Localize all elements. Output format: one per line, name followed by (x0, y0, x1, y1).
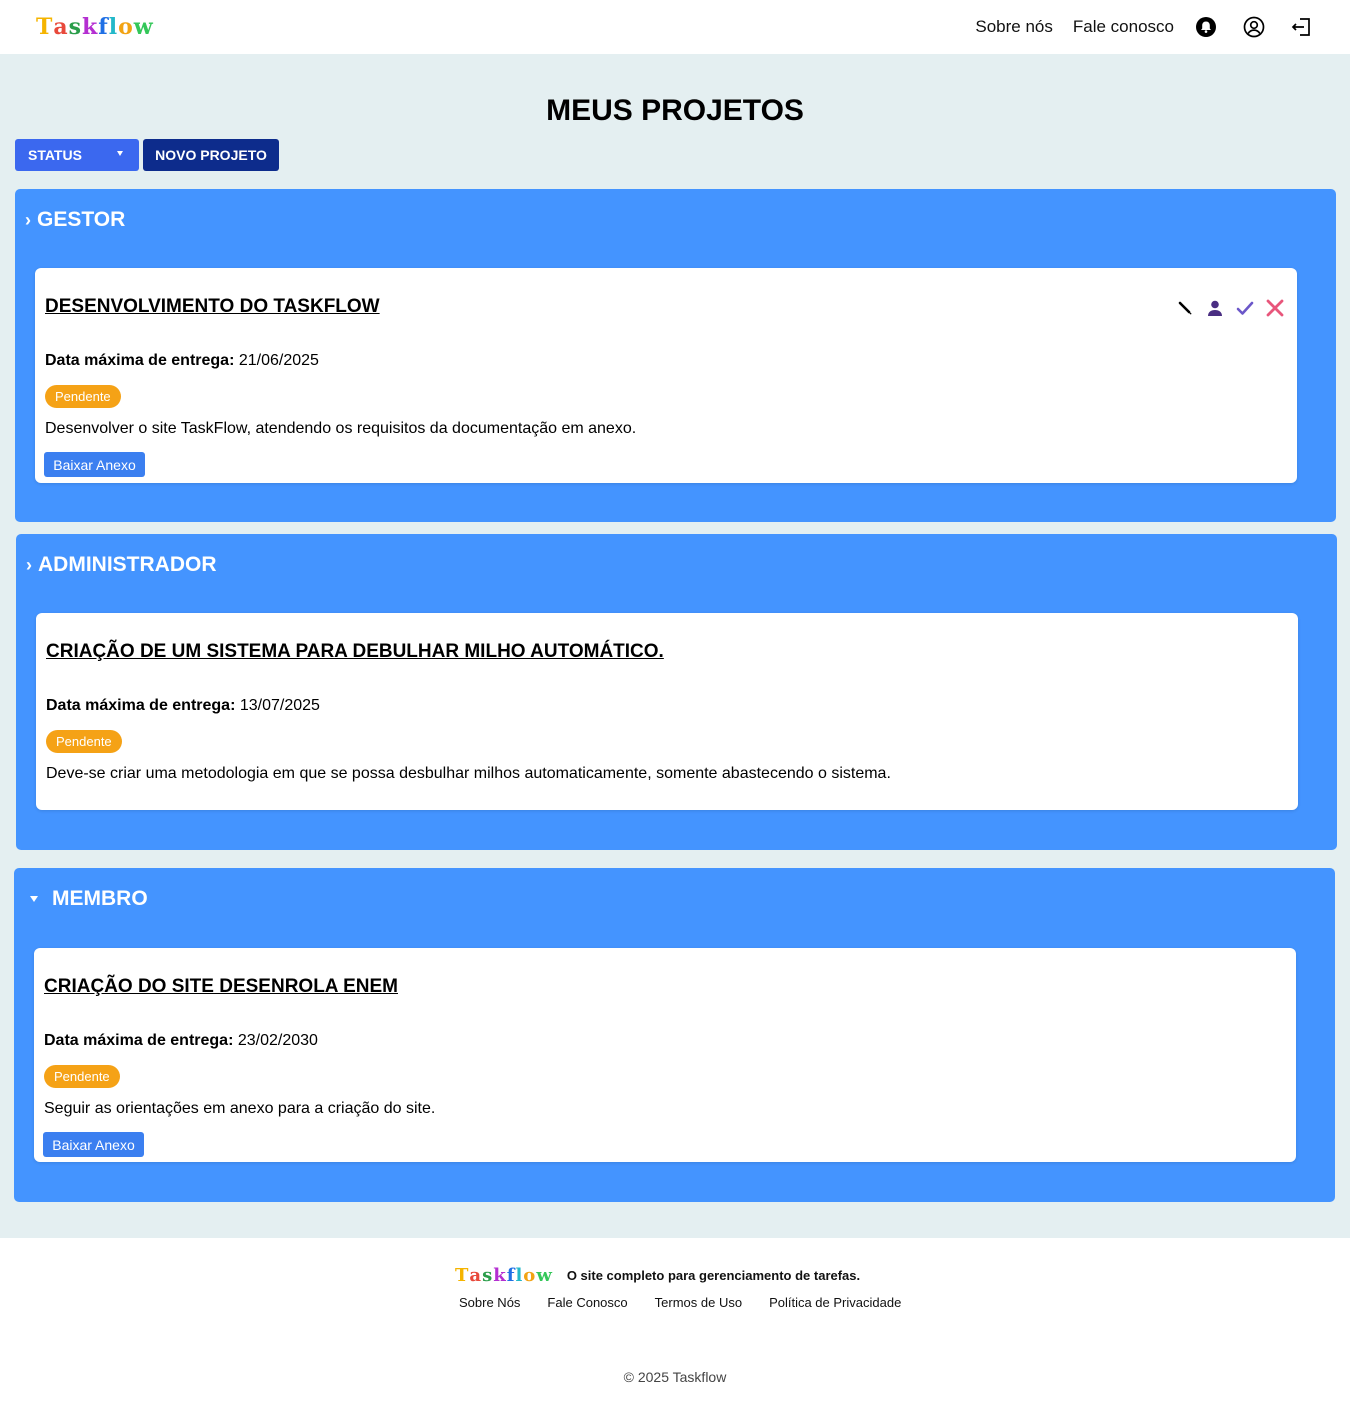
top-header: Taskflow Sobre nós Fale conosco (0, 0, 1350, 54)
section-membro-toggle[interactable]: MEMBRO (24, 887, 148, 911)
logout-icon[interactable] (1290, 15, 1314, 39)
deadline-label: Data máxima de entrega: (46, 697, 236, 714)
project-title[interactable]: CRIAÇÃO DO SITE DESENROLA ENEM (44, 976, 398, 998)
project-title[interactable]: DESENVOLVIMENTO DO TASKFLOW (45, 296, 380, 318)
section-gestor-toggle[interactable]: › GESTOR (25, 208, 125, 232)
section-administrador: › ADMINISTRADOR CRIAÇÃO DE UM SISTEMA PA… (16, 534, 1337, 850)
footer-link-sobre-nos[interactable]: Sobre Nós (459, 1295, 520, 1310)
deadline-label: Data máxima de entrega: (44, 1032, 234, 1049)
download-attachment-button[interactable]: Baixar Anexo (43, 1132, 144, 1157)
footer-links: Sobre Nós Fale Conosco Termos de Uso Pol… (459, 1295, 928, 1310)
status-badge: Pendente (46, 730, 122, 753)
copyright: © 2025 Taskflow (623, 1369, 727, 1385)
nav-sobre-nos[interactable]: Sobre nós (975, 17, 1053, 37)
project-deadline: Data máxima de entrega: 13/07/2025 (46, 697, 320, 715)
footer-logo[interactable]: Taskflow (455, 1265, 553, 1286)
deadline-label: Data máxima de entrega: (45, 352, 235, 369)
main-content: MEUS PROJETOS STATUS NOVO PROJETO › GEST… (0, 54, 1350, 1238)
footer-link-termos[interactable]: Termos de Uso (655, 1295, 742, 1310)
chevron-right-icon: › (25, 209, 31, 230)
deadline-value: 13/07/2025 (239, 697, 320, 714)
project-description: Seguir as orientações em anexo para a cr… (44, 1100, 436, 1117)
status-filter-dropdown[interactable]: STATUS (15, 139, 139, 171)
section-membro: MEMBRO CRIAÇÃO DO SITE DESENROLA ENEM Da… (14, 868, 1335, 1202)
status-badge: Pendente (45, 385, 121, 408)
user-icon[interactable] (1242, 15, 1266, 39)
user-icon[interactable] (1205, 298, 1225, 318)
download-attachment-button[interactable]: Baixar Anexo (44, 452, 145, 477)
chevron-down-icon (117, 151, 123, 156)
project-deadline: Data máxima de entrega: 21/06/2025 (45, 352, 319, 370)
taskflow-logo[interactable]: Taskflow (36, 14, 154, 40)
status-filter-label: STATUS (28, 147, 82, 163)
section-title: ADMINISTRADOR (38, 553, 217, 576)
project-description: Deve-se criar uma metodologia em que se … (46, 765, 891, 782)
page-title: MEUS PROJETOS (546, 94, 804, 127)
chevron-right-icon: › (26, 554, 32, 575)
nav-fale-conosco[interactable]: Fale conosco (1073, 17, 1174, 37)
chevron-down-icon (30, 896, 38, 902)
project-card: DESENVOLVIMENTO DO TASKFLOW Data máxima … (35, 268, 1297, 483)
project-card: CRIAÇÃO DO SITE DESENROLA ENEM Data máxi… (34, 948, 1296, 1162)
new-project-button[interactable]: NOVO PROJETO (143, 139, 279, 171)
project-title[interactable]: CRIAÇÃO DE UM SISTEMA PARA DEBULHAR MILH… (46, 641, 664, 663)
project-actions (1165, 298, 1285, 318)
project-description: Desenvolver o site TaskFlow, atendendo o… (45, 420, 637, 437)
close-icon[interactable] (1265, 298, 1285, 318)
section-title: MEMBRO (52, 887, 148, 910)
footer-link-privacidade[interactable]: Política de Privacidade (769, 1295, 901, 1310)
project-card: CRIAÇÃO DE UM SISTEMA PARA DEBULHAR MILH… (36, 613, 1298, 810)
footer-tagline: O site completo para gerenciamento de ta… (566, 1268, 861, 1283)
section-gestor: › GESTOR DESENVOLVIMENTO DO TASKFLOW Dat… (15, 189, 1336, 522)
top-nav: Sobre nós Fale conosco (975, 0, 1314, 54)
site-footer: Taskflow O site completo para gerenciame… (0, 1238, 1350, 1401)
section-administrador-toggle[interactable]: › ADMINISTRADOR (26, 553, 217, 577)
project-deadline: Data máxima de entrega: 23/02/2030 (44, 1032, 318, 1050)
check-icon[interactable] (1235, 298, 1255, 318)
footer-link-fale-conosco[interactable]: Fale Conosco (547, 1295, 627, 1310)
section-title: GESTOR (37, 208, 126, 231)
deadline-value: 21/06/2025 (238, 352, 319, 369)
bell-icon[interactable] (1194, 15, 1218, 39)
edit-icon[interactable] (1175, 298, 1195, 318)
footer-brand-row: Taskflow O site completo para gerenciame… (455, 1265, 860, 1286)
deadline-value: 23/02/2030 (237, 1032, 318, 1049)
status-badge: Pendente (44, 1065, 120, 1088)
